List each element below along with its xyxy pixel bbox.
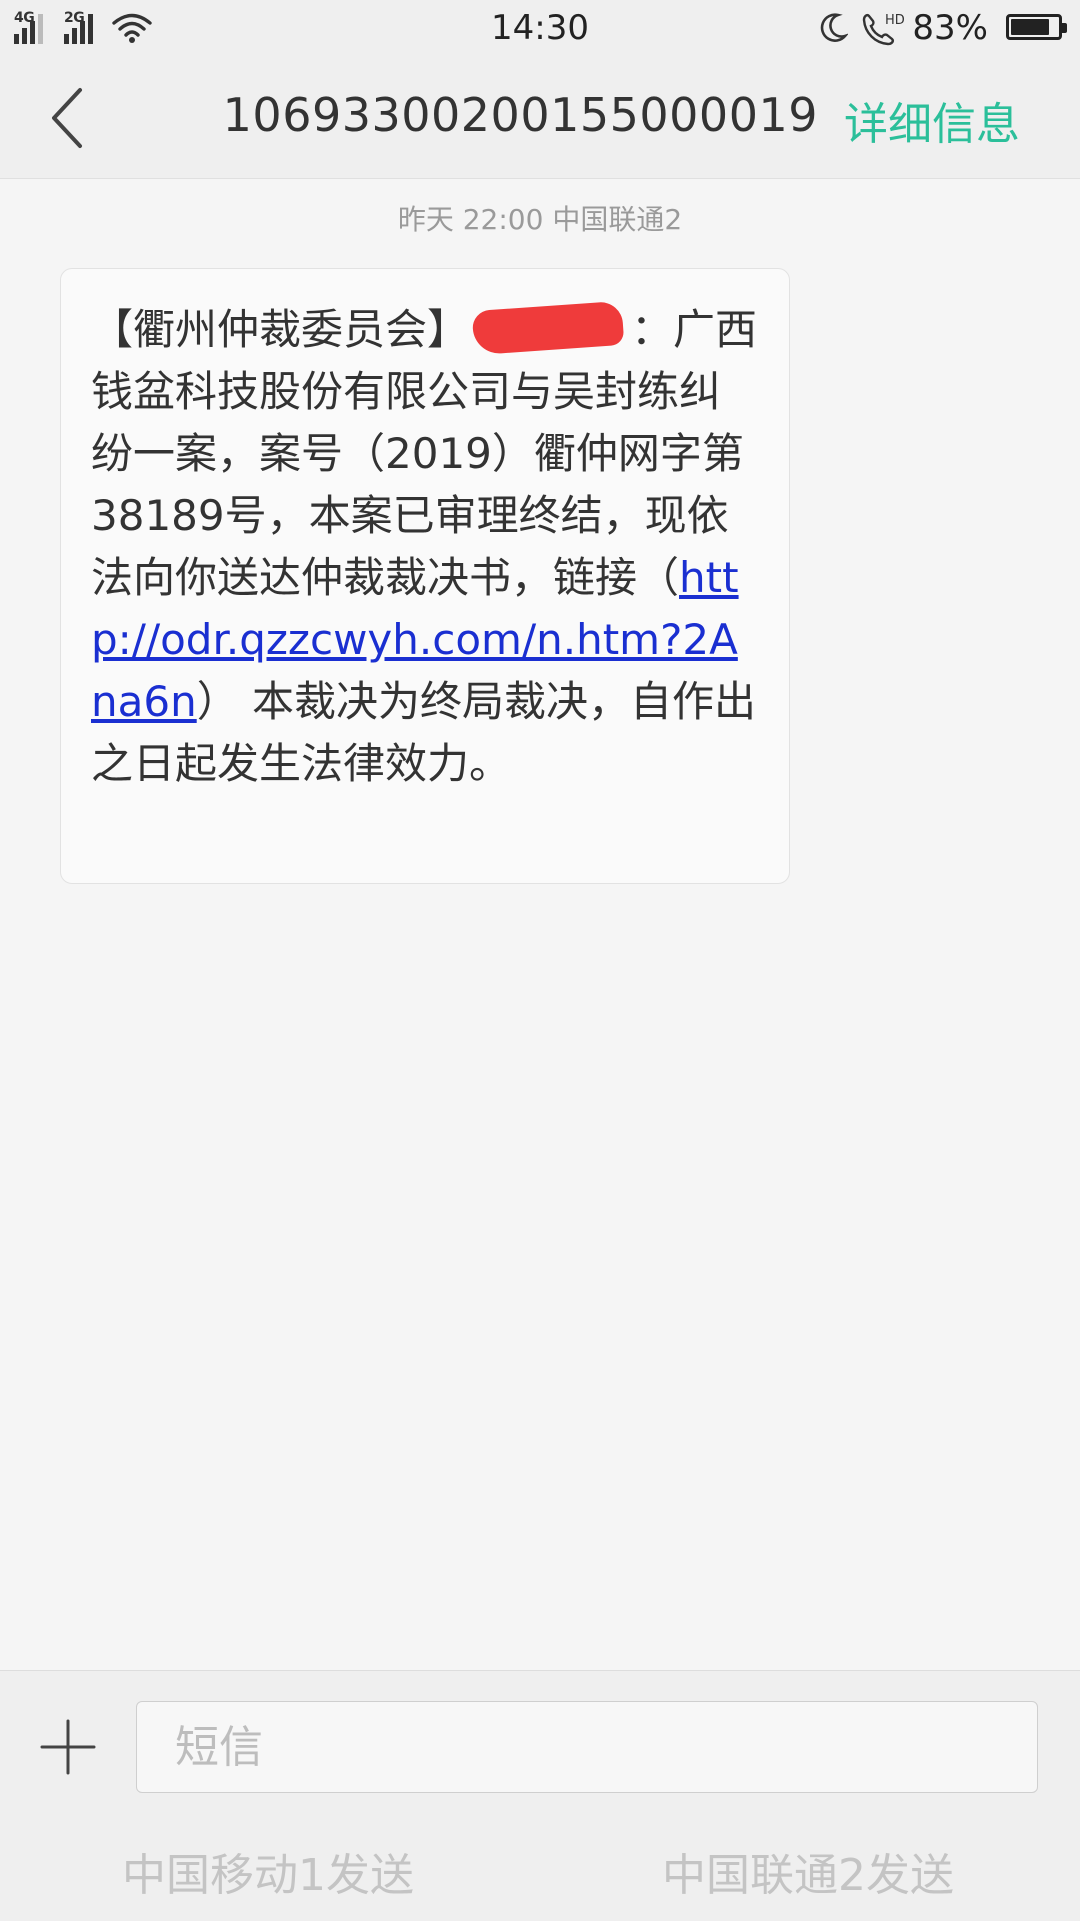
message-bubble: 【衢州仲裁委员会】 ：广西钱盆科技股份有限公司与吴封练纠纷一案，案号（2019）衢… — [60, 268, 790, 884]
composer-bar: 中国移动1发送 中国联通2发送 — [0, 1670, 1080, 1921]
svg-text:HD: HD — [885, 13, 904, 28]
message-text: 【衢州仲裁委员会】 ：广西钱盆科技股份有限公司与吴封练纠纷一案，案号（2019）衢… — [91, 299, 759, 795]
moon-icon — [820, 13, 848, 42]
battery-icon — [1006, 14, 1067, 40]
sender-number: 10693300200155000019 — [222, 88, 818, 142]
back-arrow-icon[interactable] — [40, 78, 100, 158]
redaction-mark — [471, 300, 625, 356]
status-bar: 4G 2G 14:30 HD 83% — [0, 0, 1080, 56]
send-via-sim2-button[interactable]: 中国联通2发送 — [662, 1839, 954, 1903]
battery-percentage: 83% — [912, 8, 988, 48]
details-button[interactable]: 详细信息 — [844, 88, 1020, 152]
add-attachment-icon[interactable] — [38, 1717, 98, 1777]
conversation-header: 10693300200155000019 详细信息 — [0, 56, 1080, 179]
message-timestamp: 昨天 22:00 中国联通2 — [397, 203, 683, 236]
message-input[interactable] — [136, 1701, 1038, 1793]
battery-level-fill — [1011, 19, 1049, 35]
hd-call-icon: HD — [862, 13, 904, 46]
send-via-sim1-button[interactable]: 中国移动1发送 — [122, 1839, 414, 1903]
message-prefix: 【衢州仲裁委员会】 — [91, 305, 470, 354]
